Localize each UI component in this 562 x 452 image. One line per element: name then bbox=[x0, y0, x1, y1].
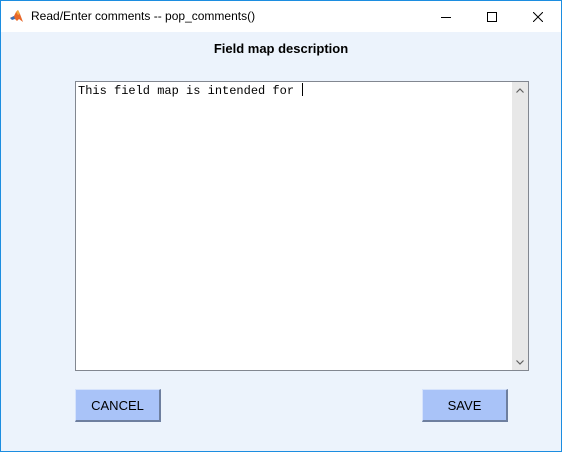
chevron-up-icon bbox=[516, 87, 524, 93]
close-button[interactable] bbox=[515, 1, 561, 32]
text-caret bbox=[302, 83, 304, 96]
maximize-icon bbox=[487, 11, 497, 22]
matlab-app-icon bbox=[9, 9, 24, 24]
comments-text-area[interactable]: This field map is intended for bbox=[75, 81, 529, 371]
minimize-button[interactable] bbox=[423, 1, 469, 32]
close-icon bbox=[533, 11, 543, 22]
save-button[interactable]: SAVE bbox=[422, 389, 508, 422]
vertical-scrollbar[interactable] bbox=[512, 82, 528, 370]
title-bar[interactable]: Read/Enter comments -- pop_comments() bbox=[1, 1, 561, 32]
chevron-down-icon bbox=[516, 359, 524, 365]
dialog-heading: Field map description bbox=[213, 41, 349, 56]
scroll-down-button[interactable] bbox=[512, 354, 528, 370]
cancel-button[interactable]: CANCEL bbox=[75, 389, 161, 422]
comments-text-value: This field map is intended for bbox=[78, 84, 302, 98]
window-title: Read/Enter comments -- pop_comments() bbox=[31, 9, 256, 23]
minimize-icon bbox=[441, 16, 451, 18]
scroll-up-button[interactable] bbox=[512, 82, 528, 98]
dialog-window: Read/Enter comments -- pop_comments() Fi… bbox=[0, 0, 562, 452]
comments-text[interactable]: This field map is intended for bbox=[78, 83, 304, 98]
maximize-button[interactable] bbox=[469, 1, 515, 32]
